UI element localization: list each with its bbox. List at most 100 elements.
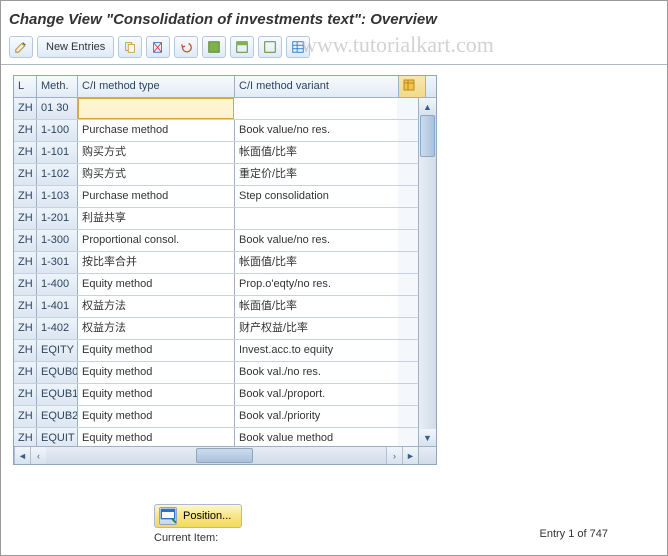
- hscroll-thumb[interactable]: [196, 448, 253, 463]
- cell-type[interactable]: 按比率合并: [78, 252, 235, 273]
- cell-meth[interactable]: 1-400: [37, 274, 78, 295]
- cell-meth[interactable]: 1-103: [37, 186, 78, 207]
- cell-l[interactable]: ZH: [14, 142, 37, 163]
- col-header-l[interactable]: L: [14, 76, 37, 97]
- deselect-all-button[interactable]: [258, 36, 282, 58]
- cell-variant[interactable]: [234, 98, 397, 119]
- cell-l[interactable]: ZH: [14, 274, 37, 295]
- cell-meth[interactable]: 1-102: [37, 164, 78, 185]
- cell-variant[interactable]: Prop.o'eqty/no res.: [235, 274, 398, 295]
- cell-type[interactable]: Equity method: [78, 384, 235, 405]
- select-block-button[interactable]: [230, 36, 254, 58]
- table-row[interactable]: ZHEQUB1Equity methodBook val./proport.: [14, 384, 418, 406]
- table-row[interactable]: ZH1-100Purchase methodBook value/no res.: [14, 120, 418, 142]
- cell-variant[interactable]: Book val./no res.: [235, 362, 398, 383]
- table-row[interactable]: ZH1-400Equity methodProp.o'eqty/no res.: [14, 274, 418, 296]
- cell-variant[interactable]: 重定价/比率: [235, 164, 398, 185]
- cell-type[interactable]: Equity method: [78, 362, 235, 383]
- cell-type[interactable]: 权益方法: [78, 296, 235, 317]
- cell-meth[interactable]: 1-201: [37, 208, 78, 229]
- cell-meth[interactable]: 1-401: [37, 296, 78, 317]
- cell-variant[interactable]: Step consolidation: [235, 186, 398, 207]
- cell-variant[interactable]: 帐面值/比率: [235, 296, 398, 317]
- cell-type[interactable]: Equity method: [78, 428, 235, 446]
- cell-l[interactable]: ZH: [14, 296, 37, 317]
- cell-variant[interactable]: Book val./proport.: [235, 384, 398, 405]
- cell-variant[interactable]: 财产权益/比率: [235, 318, 398, 339]
- configure-columns-button[interactable]: [398, 76, 426, 97]
- cell-type[interactable]: Equity method: [78, 340, 235, 361]
- col-header-type[interactable]: C/I method type: [78, 76, 235, 97]
- cell-meth[interactable]: 1-101: [37, 142, 78, 163]
- cell-meth[interactable]: 01 30: [37, 98, 78, 119]
- table-row[interactable]: ZH1-402权益方法财产权益/比率: [14, 318, 418, 340]
- cell-meth[interactable]: EQITY: [37, 340, 78, 361]
- cell-meth[interactable]: EQUB0: [37, 362, 78, 383]
- cell-l[interactable]: ZH: [14, 120, 37, 141]
- toggle-display-change-button[interactable]: [9, 36, 33, 58]
- cell-variant[interactable]: [235, 208, 398, 229]
- cell-variant[interactable]: Book value/no res.: [235, 230, 398, 251]
- cell-l[interactable]: ZH: [14, 164, 37, 185]
- table-row[interactable]: ZHEQUB0Equity methodBook val./no res.: [14, 362, 418, 384]
- cell-l[interactable]: ZH: [14, 362, 37, 383]
- cell-l[interactable]: ZH: [14, 252, 37, 273]
- cell-type[interactable]: Purchase method: [78, 120, 235, 141]
- cell-meth[interactable]: EQUB1: [37, 384, 78, 405]
- cell-type[interactable]: [78, 98, 234, 119]
- cell-l[interactable]: ZH: [14, 384, 37, 405]
- cell-type[interactable]: 权益方法: [78, 318, 235, 339]
- cell-type[interactable]: 利益共享: [78, 208, 235, 229]
- cell-variant[interactable]: Book val./priority: [235, 406, 398, 427]
- scroll-up-icon[interactable]: ▲: [419, 98, 436, 115]
- scroll-right-icon[interactable]: ›: [386, 447, 402, 464]
- cell-variant[interactable]: Book value method: [235, 428, 398, 446]
- cell-type[interactable]: Equity method: [78, 406, 235, 427]
- undo-button[interactable]: [174, 36, 198, 58]
- horizontal-scrollbar[interactable]: ◄ ‹ › ►: [14, 446, 418, 464]
- cell-type[interactable]: Purchase method: [78, 186, 235, 207]
- table-row[interactable]: ZH1-201利益共享: [14, 208, 418, 230]
- table-row[interactable]: ZH1-401权益方法帐面值/比率: [14, 296, 418, 318]
- scroll-left-icon[interactable]: ‹: [30, 447, 46, 464]
- cell-type[interactable]: 购买方式: [78, 142, 235, 163]
- table-row[interactable]: ZH1-300Proportional consol.Book value/no…: [14, 230, 418, 252]
- select-all-button[interactable]: [202, 36, 226, 58]
- table-row[interactable]: ZH1-301按比率合并帐面值/比率: [14, 252, 418, 274]
- cell-variant[interactable]: 帐面值/比率: [235, 252, 398, 273]
- table-row[interactable]: ZHEQITYEquity methodInvest.acc.to equity: [14, 340, 418, 362]
- cell-variant[interactable]: Book value/no res.: [235, 120, 398, 141]
- new-entries-button[interactable]: New Entries: [37, 36, 114, 58]
- cell-meth[interactable]: EQUB2: [37, 406, 78, 427]
- scroll-last-icon[interactable]: ►: [402, 447, 418, 464]
- cell-meth[interactable]: 1-301: [37, 252, 78, 273]
- vscroll-thumb[interactable]: [420, 115, 435, 157]
- table-row[interactable]: ZHEQUITEquity methodBook value method: [14, 428, 418, 446]
- cell-meth[interactable]: EQUIT: [37, 428, 78, 446]
- position-button[interactable]: Position...: [154, 504, 242, 528]
- cell-l[interactable]: ZH: [14, 318, 37, 339]
- vertical-scrollbar[interactable]: ▲ ▼: [418, 98, 436, 446]
- table-row[interactable]: ZH1-103Purchase methodStep consolidation: [14, 186, 418, 208]
- cell-meth[interactable]: 1-402: [37, 318, 78, 339]
- col-header-meth[interactable]: Meth.: [37, 76, 78, 97]
- cell-l[interactable]: ZH: [14, 406, 37, 427]
- table-row[interactable]: ZH1-101购买方式帐面值/比率: [14, 142, 418, 164]
- table-row[interactable]: ZH1-102购买方式重定价/比率: [14, 164, 418, 186]
- cell-meth[interactable]: 1-300: [37, 230, 78, 251]
- cell-meth[interactable]: 1-100: [37, 120, 78, 141]
- cell-type[interactable]: Equity method: [78, 274, 235, 295]
- cell-l[interactable]: ZH: [14, 208, 37, 229]
- cell-type[interactable]: Proportional consol.: [78, 230, 235, 251]
- cell-l[interactable]: ZH: [14, 340, 37, 361]
- scroll-first-icon[interactable]: ◄: [14, 447, 30, 464]
- copy-as-button[interactable]: [118, 36, 142, 58]
- cell-type[interactable]: 购买方式: [78, 164, 235, 185]
- cell-l[interactable]: ZH: [14, 428, 37, 446]
- table-row[interactable]: ZHEQUB2Equity methodBook val./priority: [14, 406, 418, 428]
- cell-l[interactable]: ZH: [14, 186, 37, 207]
- cell-l[interactable]: ZH: [14, 98, 37, 119]
- table-row[interactable]: ZH01 30: [14, 98, 418, 120]
- cell-variant[interactable]: Invest.acc.to equity: [235, 340, 398, 361]
- table-settings-button[interactable]: [286, 36, 310, 58]
